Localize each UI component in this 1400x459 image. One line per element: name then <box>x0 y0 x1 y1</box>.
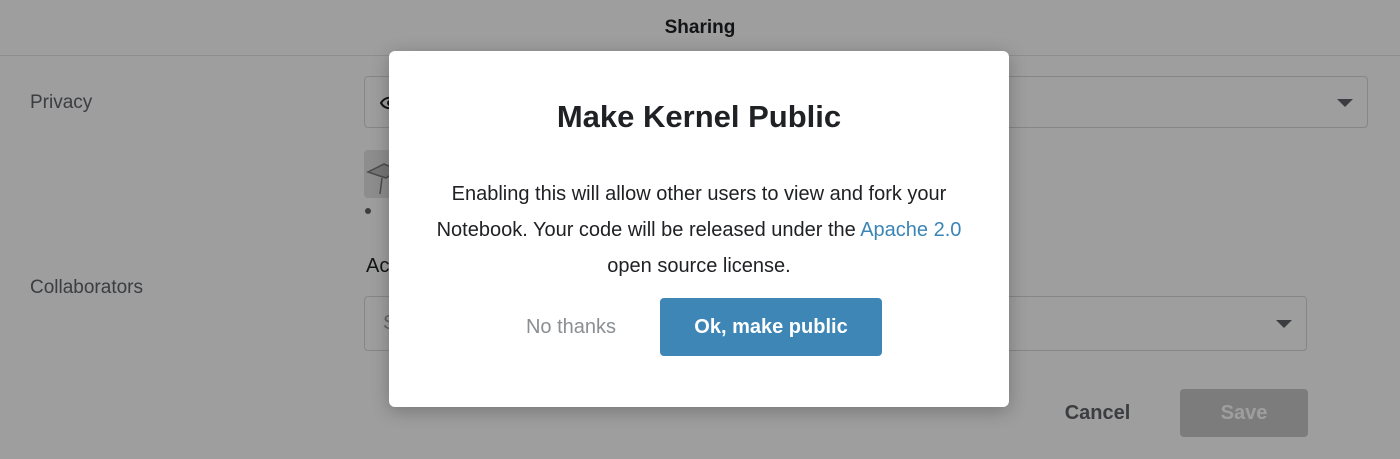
make-public-dialog: Make Kernel Public Enabling this will al… <box>389 51 1009 407</box>
make-public-button[interactable]: Ok, make public <box>660 298 882 356</box>
dialog-body: Enabling this will allow other users to … <box>429 176 969 284</box>
no-thanks-button[interactable]: No thanks <box>499 298 643 356</box>
apache-license-link[interactable]: Apache 2.0 <box>860 219 961 241</box>
dialog-title: Make Kernel Public <box>556 99 842 134</box>
dialog-body-text-end: open source license. <box>607 255 791 277</box>
